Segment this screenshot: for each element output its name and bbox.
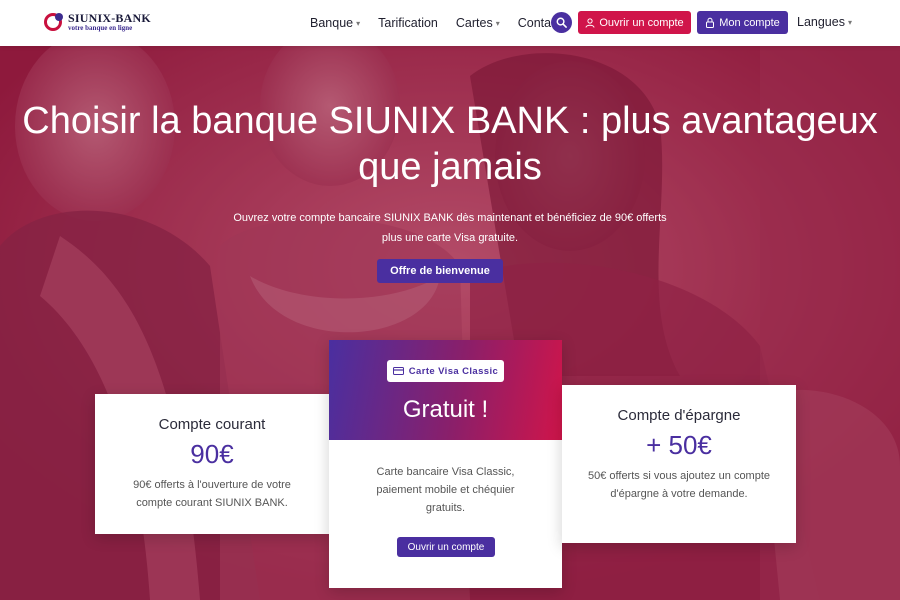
offer-card-current-account: Compte courant 90€ 90€ offerts à l'ouver… (95, 394, 329, 534)
nav-item-label: Tarification (378, 16, 438, 30)
card-open-account-button[interactable]: Ouvrir un compte (397, 537, 495, 557)
user-icon (585, 17, 595, 28)
card-title: Compte d'épargne (617, 407, 741, 424)
nav-item-label: Banque (310, 16, 354, 30)
chevron-down-icon: ▾ (356, 18, 361, 28)
nav-item-tarification[interactable]: Tarification (378, 16, 438, 30)
nav-item-label: Cartes (455, 16, 493, 30)
chevron-down-icon: ▾ (847, 17, 852, 27)
card-description: 50€ offerts si vous ajoutez un compte d'… (588, 470, 771, 500)
search-icon (556, 17, 567, 28)
card-title: Compte courant (158, 416, 266, 433)
welcome-offer-button[interactable]: Offre de bienvenue (377, 259, 503, 283)
search-button[interactable] (551, 12, 572, 33)
hero-title: Choisir la banque SIUNIX BANK : plus ava… (22, 100, 878, 188)
card-header: Carte Visa Classic Gratuit ! (329, 340, 562, 440)
logo-icon (44, 13, 63, 31)
my-account-label: Mon compte (719, 16, 780, 29)
nav-item-banque[interactable]: Banque ▾ (310, 16, 360, 30)
offer-card-visa-classic: Carte Visa Classic Gratuit ! Carte banca… (329, 340, 562, 588)
brand-logo[interactable]: SIUNIX-BANK votre banque en ligne (44, 12, 151, 32)
card-amount: + 50€ (646, 430, 712, 460)
visa-classic-badge: Carte Visa Classic (387, 360, 504, 382)
open-account-label: Ouvrir un compte (599, 16, 684, 29)
language-label: Langues (797, 15, 845, 29)
card-description: 90€ offerts à l'ouverture de votre compt… (133, 479, 291, 509)
language-selector[interactable]: Langues ▾ (797, 15, 852, 29)
card-amount: 90€ (190, 439, 234, 469)
my-account-button[interactable]: Mon compte (697, 11, 788, 34)
card-description: Carte bancaire Visa Classic, paiement mo… (376, 466, 515, 514)
navbar: SIUNIX-BANK votre banque en ligne Banque… (0, 0, 900, 46)
nav-item-cartes[interactable]: Cartes ▾ (456, 16, 500, 30)
brand-tagline: votre banque en ligne (68, 24, 133, 32)
badge-label: Carte Visa Classic (408, 365, 499, 377)
main-nav: Banque ▾ Tarification Cartes ▾ Contact (310, 0, 579, 46)
offer-card-savings-account: Compte d'épargne + 50€ 50€ offerts si vo… (562, 385, 796, 543)
credit-card-icon (392, 367, 404, 375)
brand-name: SIUNIX-BANK (68, 11, 151, 25)
hero-subtitle: Ouvrez votre compte bancaire SIUNIX BANK… (233, 212, 667, 244)
open-account-button[interactable]: Ouvrir un compte (578, 11, 691, 34)
chevron-down-icon: ▾ (495, 18, 500, 28)
lock-icon (705, 17, 715, 28)
card-price: Gratuit ! (402, 396, 489, 423)
